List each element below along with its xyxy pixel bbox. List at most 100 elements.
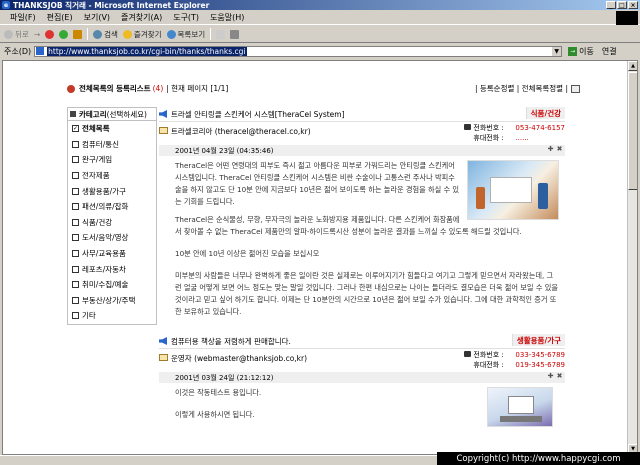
bullet-icon [67,84,75,93]
copyright-watermark: Copyright(c) http://www.happycgi.com [437,452,640,465]
sidebar-item[interactable]: 완구/게임 [68,152,156,168]
category-checkbox[interactable]: ✓ [72,125,79,133]
forward-button[interactable]: → [34,30,40,39]
category-checkbox[interactable] [72,140,79,148]
address-bar: 주소(D) http://www.thanksjob.co.kr/cgi-bin… [0,44,640,58]
print-page-icon[interactable] [571,84,580,93]
phone-number: 053-474-6157 [515,124,565,132]
mail-button[interactable] [216,29,226,39]
minimize-button[interactable]: _ [606,1,616,9]
entry-date: 2001년 04월 23일 (04:35:46) [175,146,274,155]
refresh-button[interactable] [59,29,69,39]
menu-help[interactable]: 도움말(H) [210,12,244,23]
category-checkbox[interactable] [72,156,79,164]
history-button[interactable]: 목록보기 [166,29,205,40]
entry-title[interactable]: 트라셀 안티링클 스킨케어 시스템[TheraCel System] [171,109,345,120]
category-checkbox[interactable] [72,281,79,289]
scroll-thumb[interactable] [628,72,637,190]
menu-view[interactable]: 보기(V) [84,12,110,23]
entry-title[interactable]: 컴퓨터용 책상을 저렴하게 판매합니다. [171,336,291,347]
category-checkbox[interactable] [72,312,79,320]
listing-entry: 트라셀 안티링클 스킨케어 시스템[TheraCel System] 식품/건강… [159,107,565,326]
entry-body: TheraCel은 어떤 연령대의 피부도 즉시 젊고 아름다운 피부로 가꿔드… [175,160,559,316]
sidebar-item[interactable]: 취미/수집/예술 [68,277,156,293]
scroll-up-icon[interactable]: ▲ [628,61,637,71]
sidebar-item[interactable]: 레포츠/자동차 [68,261,156,277]
menu-favorites[interactable]: 즐겨찾기(A) [121,12,162,23]
entry-category: 식품/건강 [525,107,565,119]
category-checkbox[interactable] [72,250,79,258]
category-checkbox[interactable] [72,265,79,273]
entry-seller[interactable]: 운영자 (webmaster@thanksjob.co,kr) [171,353,307,364]
category-checkbox[interactable] [72,218,79,226]
edit-icon[interactable]: ✚ [547,373,554,380]
entry-date-bar: 2001년 03월 24일 (21:12:12) ✚ ✖ [159,372,565,383]
search-icon [93,29,103,39]
sidebar-item-label: 레포츠/자동차 [82,264,126,274]
category-checkbox[interactable] [72,187,79,195]
windows-logo-icon [616,11,638,25]
maximize-button[interactable]: □ [617,1,627,9]
menu-file[interactable]: 파일(F) [10,12,36,23]
sidebar-item-label: 생활용품/가구 [82,186,126,196]
menu-bar: 파일(F) 편집(E) 보기(V) 즐겨찾기(A) 도구(T) 도움말(H) [0,11,640,25]
sidebar-item[interactable]: 기타 [68,308,156,324]
menu-edit[interactable]: 편집(E) [47,12,73,23]
mail-icon[interactable] [159,127,168,134]
search-button[interactable]: 검색 [93,29,118,40]
sidebar-item[interactable]: 식품/건강 [68,215,156,231]
address-url[interactable]: http://www.thanksjob.co.kr/cgi-bin/thank… [47,46,247,56]
home-button[interactable] [73,29,83,39]
phone-number: 033-345-6789 [515,351,565,359]
edit-icon[interactable]: ✚ [547,146,554,153]
sidebar-item[interactable]: 컴퓨터/통신 [68,137,156,153]
speaker-icon [159,110,167,118]
stop-button[interactable] [45,29,55,39]
mail-icon[interactable] [159,354,168,361]
product-image [487,387,553,427]
category-checkbox[interactable] [72,296,79,304]
sidebar-item-label: 전체목록 [82,124,110,134]
entry-seller[interactable]: 트라셀코리아 (theracel@theracel.co,kr) [171,126,311,137]
home-icon [73,29,83,39]
refresh-icon [59,29,69,39]
address-label: 주소(D) [4,46,32,56]
vertical-scrollbar[interactable]: ▲ ▼ [627,61,637,454]
delete-icon[interactable]: ✖ [556,146,563,153]
go-button[interactable]: → 이동 [568,46,594,57]
window-controls: _ □ × [606,1,638,9]
entry-date-bar: 2001년 04월 23일 (04:35:46) ✚ ✖ [159,145,565,156]
listing: 트라셀 안티링클 스킨케어 시스템[TheraCel System] 식품/건강… [159,107,565,437]
page-content: 전체목록의 등록리스트 (4) | 현재 페이지 [1/1] | 등록순정렬 |… [2,60,638,455]
sidebar-item[interactable]: 패션/의류/잡화 [68,199,156,215]
address-input[interactable]: http://www.thanksjob.co.kr/cgi-bin/thank… [34,45,563,57]
menu-tools[interactable]: 도구(T) [173,12,199,23]
sidebar-item[interactable]: ✓ 전체목록 [68,121,156,137]
category-checkbox[interactable] [72,203,79,211]
mobile-number: 019-345-6789 [515,360,565,369]
sidebar-item[interactable]: 부동산/상가/주택 [68,293,156,309]
category-checkbox[interactable] [72,234,79,242]
phone-icon [464,351,472,357]
sort-links[interactable]: | 등록순정렬 | 전체목록정렬 | [475,83,568,94]
sidebar-item-label: 취미/수집/예술 [82,280,129,290]
print-button[interactable] [230,29,240,39]
address-dropdown-icon[interactable]: ▼ [552,46,562,56]
mobile-number: ...... [515,133,529,142]
favorites-icon [122,29,132,39]
sidebar-item[interactable]: 생활용품/가구 [68,183,156,199]
close-button[interactable]: × [628,1,638,9]
delete-icon[interactable]: ✖ [556,373,563,380]
links-button[interactable]: 연결 [602,46,617,57]
entry-phones: 전화번호 :053-474-6157 휴대전화 :...... [464,124,565,143]
favorites-button[interactable]: 즐겨찾기 [122,29,162,40]
sidebar-item[interactable]: 사무/교육용품 [68,246,156,262]
sidebar-item[interactable]: 전자제품 [68,168,156,184]
back-button[interactable]: 뒤로 [4,29,29,40]
list-header: 전체목록의 등록리스트 (4) | 현재 페이지 [1/1] | 등록순정렬 |… [67,83,580,94]
category-checkbox[interactable] [72,172,79,180]
window-title: THANKSJOB 직거래 - Microsoft Internet Explo… [13,0,210,10]
list-title: 전체목록의 등록리스트 [79,84,151,93]
sidebar-item-label: 완구/게임 [82,155,113,165]
sidebar-item[interactable]: 도서/음악/영상 [68,230,156,246]
